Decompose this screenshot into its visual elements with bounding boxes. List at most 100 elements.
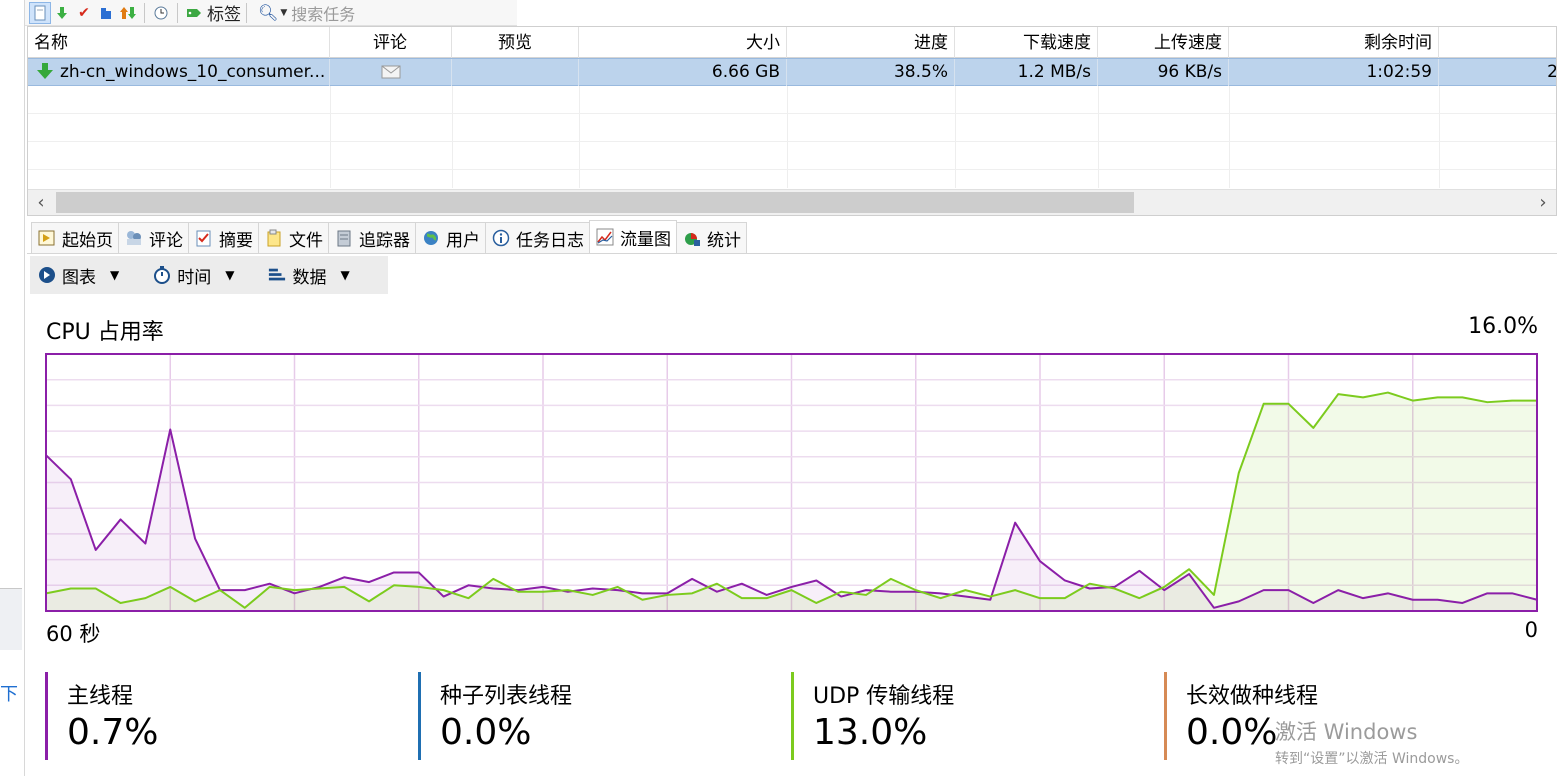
chart-type-icon [38, 266, 56, 284]
remaining-time-cell: 1:02:59 [1229, 59, 1439, 86]
peers-globe-icon [421, 228, 441, 248]
tag-label[interactable]: 标签 [207, 0, 241, 25]
up-down-priority-button[interactable] [117, 2, 139, 24]
data-menu-label: 数据 [292, 267, 327, 288]
new-task-button[interactable] [29, 1, 51, 24]
column-header-name[interactable]: 名称 [28, 27, 330, 58]
tab-label: 追踪器 [359, 230, 410, 251]
tab-label: 流量图 [620, 229, 671, 250]
chevron-down-icon: ▼ [225, 268, 235, 282]
graph-toolbar: 图表 ▼ 时间 ▼ 数据 ▼ [30, 256, 388, 294]
chart-title: CPU 占用率 [46, 320, 164, 345]
grid-line [28, 141, 1556, 142]
time-menu-label: 时间 [177, 267, 212, 288]
app-window: 下 ✔ 标签 🔍︎ ▼ 搜索任务 名称 评论 预览 大小 进度 下载速度 上传速… [0, 0, 1557, 776]
legend-name: UDP 传输线程 [813, 684, 955, 709]
progress-cell: 38.5% [787, 59, 955, 86]
data-menu-button[interactable]: 数据 ▼ [268, 263, 350, 288]
check-button[interactable]: ✔ [73, 2, 95, 24]
activation-watermark: 激活 Windows 转到“设置”以激活 Windows。 [1275, 716, 1468, 768]
table-row[interactable]: zh-cn_windows_10_consumer... 6.66 GB 38.… [28, 58, 1556, 86]
search-icon[interactable]: 🔍︎ [258, 3, 278, 22]
legend-name: 长效做种线程 [1186, 684, 1319, 709]
files-icon [264, 228, 284, 248]
chevron-down-icon: ▼ [340, 268, 350, 282]
data-stack-icon [268, 266, 286, 284]
preview-cell[interactable] [452, 59, 579, 86]
upload-speed-cell: 96 KB/s [1098, 59, 1229, 86]
tab-task-log[interactable]: 任务日志 [485, 222, 590, 253]
tab-label: 任务日志 [516, 230, 584, 251]
downloading-arrow-icon [37, 63, 53, 79]
x-axis-left-label: 60 秒 [46, 622, 101, 646]
search-box[interactable]: 🔍︎ ▼ 搜索任务 [258, 1, 355, 25]
watermark-line-2: 转到“设置”以激活 Windows。 [1275, 751, 1469, 767]
horizontal-scrollbar[interactable]: ‹ › [28, 189, 1556, 215]
tab-label: 摘要 [219, 230, 253, 251]
legend-color-bar [418, 672, 421, 760]
trackers-icon [334, 228, 354, 248]
main-toolbar: ✔ 标签 🔍︎ ▼ 搜索任务 [25, 0, 517, 26]
legend-torrent-list-thread: 种子列表线程 0.0% [418, 672, 572, 760]
task-name: zh-cn_windows_10_consumer... [60, 62, 326, 82]
tab-peers[interactable]: 用户 [415, 222, 486, 253]
detail-tabs: 起始页 评论 摘要 文件 追踪器 用户 任务日志 流量图 统计 [31, 220, 747, 253]
task-list: 名称 评论 预览 大小 进度 下载速度 上传速度 剩余时间 zh-cn_wind… [27, 26, 1557, 216]
list-header: 名称 评论 预览 大小 进度 下载速度 上传速度 剩余时间 [28, 27, 1556, 58]
tab-label: 文件 [289, 230, 323, 251]
tag-icon [187, 8, 201, 17]
blue-box-icon [101, 7, 111, 19]
search-dropdown-caret-icon[interactable]: ▼ [280, 8, 287, 18]
scroll-left-icon[interactable]: ‹ [28, 190, 54, 215]
start-download-button[interactable] [51, 2, 73, 24]
column-header-size[interactable]: 大小 [579, 27, 787, 58]
toolbar-separator [144, 2, 145, 23]
scroll-right-icon[interactable]: › [1530, 190, 1556, 215]
watermark-line-1: 激活 Windows [1275, 720, 1418, 744]
traffic-graph-icon [595, 227, 615, 247]
statistics-icon [682, 228, 702, 248]
tab-traffic-graph[interactable]: 流量图 [589, 220, 677, 253]
seed-button[interactable] [95, 2, 117, 24]
left-panel-selected-item[interactable] [0, 588, 22, 650]
legend-value: 13.0% [813, 712, 928, 753]
tab-label: 评论 [149, 230, 183, 251]
tab-files[interactable]: 文件 [258, 222, 329, 253]
comment-cell[interactable] [330, 59, 452, 86]
stopwatch-icon [153, 266, 171, 284]
scheduler-button[interactable] [150, 2, 172, 24]
size-cell: 6.66 GB [579, 59, 787, 86]
column-header-upload-speed[interactable]: 上传速度 [1098, 27, 1229, 58]
chart-menu-label: 图表 [62, 267, 96, 288]
toolbar-separator [177, 2, 178, 23]
column-header-comment[interactable]: 评论 [330, 27, 452, 58]
tab-summary[interactable]: 摘要 [188, 222, 259, 253]
scrollbar-thumb[interactable] [56, 192, 1134, 213]
time-menu-button[interactable]: 时间 ▼ [153, 263, 234, 288]
tab-label: 统计 [707, 230, 741, 251]
info-icon [491, 228, 511, 248]
tag-icon-button[interactable] [183, 2, 205, 24]
tab-start-page[interactable]: 起始页 [31, 222, 119, 253]
up-down-arrows-icon [120, 6, 136, 19]
tab-label: 用户 [446, 230, 480, 251]
column-header-preview[interactable]: 预览 [452, 27, 579, 58]
task-name-cell[interactable]: zh-cn_windows_10_consumer... [28, 59, 330, 86]
cpu-usage-chart [45, 353, 1538, 612]
column-header-progress[interactable]: 进度 [787, 27, 955, 58]
x-axis-right-label: 0 [1524, 618, 1538, 642]
legend-value: 0.0% [440, 712, 532, 753]
tab-comments[interactable]: 评论 [118, 222, 189, 253]
checkmark-icon: ✔ [78, 4, 90, 21]
tab-trackers[interactable]: 追踪器 [328, 222, 416, 253]
traffic-graph-panel: 图表 ▼ 时间 ▼ 数据 ▼ CPU 占用率 16.0% 60 秒 0 主线程 [27, 253, 1557, 776]
column-header-download-speed[interactable]: 下载速度 [955, 27, 1098, 58]
legend-main-thread: 主线程 0.7% [45, 672, 158, 760]
left-panel-text[interactable]: 下 [0, 680, 18, 706]
column-header-remaining[interactable]: 剩余时间 [1229, 27, 1439, 58]
tab-statistics[interactable]: 统计 [676, 222, 747, 253]
document-icon [34, 5, 46, 20]
toolbar-separator [246, 2, 247, 23]
chart-menu-button[interactable]: 图表 ▼ [38, 263, 119, 288]
search-placeholder[interactable]: 搜索任务 [291, 1, 355, 25]
